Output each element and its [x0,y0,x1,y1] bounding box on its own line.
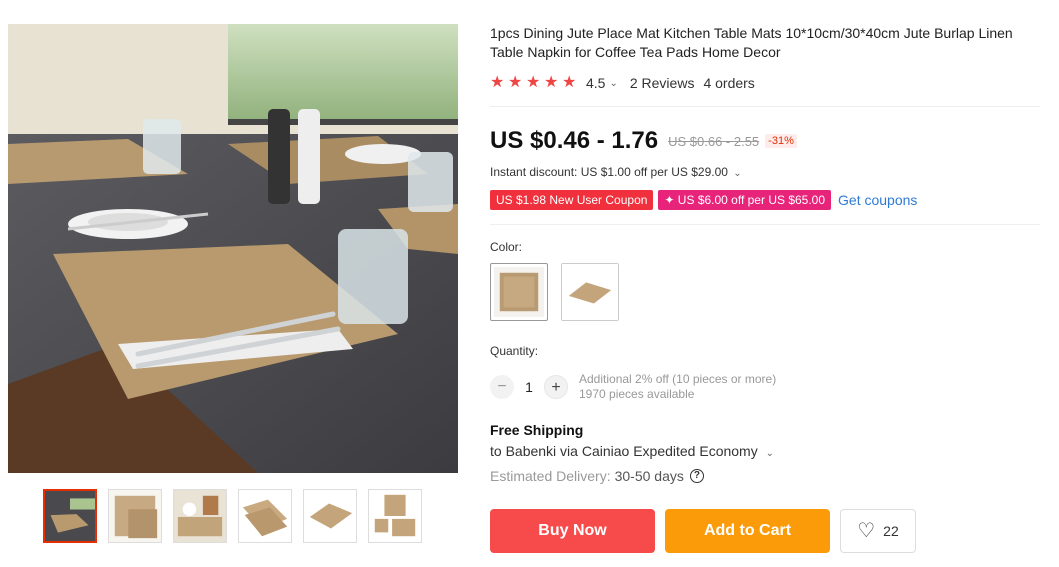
rating-value[interactable]: 4.5 [586,75,605,91]
color-swatches [490,263,1045,321]
delivery-days: 30-50 days [614,468,684,484]
shipping-title: Free Shipping [490,422,584,438]
main-product-image[interactable] [8,24,458,473]
chevron-down-icon[interactable]: ⌄ [609,78,617,89]
color-label: Color: [490,240,523,254]
chevron-down-icon: ⌄ [733,168,742,179]
shipping-destination[interactable]: to Babenki via Cainiao Expedited Economy… [490,443,1045,459]
quantity-input[interactable]: 1 [514,379,544,395]
orders-count: 4 orders [703,75,755,91]
quantity-label: Quantity: [490,344,539,358]
buy-now-button[interactable]: Buy Now [490,509,655,553]
estimated-delivery: Estimated Delivery: 30-50 days ? [490,468,1045,484]
instant-discount[interactable]: Instant discount: US $1.00 off per US $2… [490,165,1045,181]
rating-row: ★ ★ ★ ★ ★ 4.5 ⌄ 2 Reviews 4 orders [490,74,1045,92]
decrease-quantity-button[interactable]: − [490,375,514,399]
new-user-coupon[interactable]: US $1.98 New User Coupon [490,190,654,210]
quantity-row: − 1 + Additional 2% off (10 pieces or mo… [490,372,1045,402]
thumbnail-2[interactable] [108,489,162,543]
thumbnail-strip [43,489,422,543]
price-row: US $0.46 - 1.76 US $0.66 - 2.55 -31% [490,126,1045,156]
product-info-panel: 1pcs Dining Jute Place Mat Kitchen Table… [490,24,1045,484]
current-price: US $0.46 - 1.76 [490,127,659,154]
increase-quantity-button[interactable]: + [544,375,568,399]
thumbnail-1[interactable] [43,489,97,543]
stock-available: 1970 pieces available [579,387,695,401]
action-buttons: Buy Now Add to Cart ♡ 22 [490,509,916,553]
store-coupon[interactable]: ✦ US $6.00 off per US $65.00 [658,190,832,210]
thumbnail-4[interactable] [238,489,292,543]
get-coupons-link[interactable]: Get coupons [838,192,917,208]
color-swatch-square[interactable] [490,263,548,321]
color-swatch-rectangle[interactable] [561,263,619,321]
star-icon: ★ [562,74,577,91]
add-to-cart-button[interactable]: Add to Cart [665,509,830,553]
star-icon: ★ [544,74,559,91]
product-photo [8,24,458,473]
thumbnail-3[interactable] [173,489,227,543]
wishlist-button[interactable]: ♡ 22 [840,509,916,553]
discount-badge: -31% [765,134,797,148]
reviews-link[interactable]: 2 Reviews [630,75,695,91]
coupon-row: US $1.98 New User Coupon ✦ US $6.00 off … [490,189,1045,211]
bulk-discount-note: Additional 2% off (10 pieces or more) [579,372,777,386]
original-price: US $0.66 - 2.55 [668,133,760,149]
divider [490,224,1040,225]
divider [490,106,1040,107]
delivery-label: Estimated Delivery: [490,468,611,484]
chevron-down-icon: ⌄ [765,448,774,459]
instant-discount-text: Instant discount: US $1.00 off per US $2… [490,165,728,179]
shipping-destination-text: to Babenki via Cainiao Expedited Economy [490,443,758,459]
product-title: 1pcs Dining Jute Place Mat Kitchen Table… [490,25,1013,60]
star-icon: ★ [490,74,505,91]
quantity-info: Additional 2% off (10 pieces or more) 19… [579,372,776,402]
thumbnail-6[interactable] [368,489,422,543]
star-rating: ★ ★ ★ ★ ★ [490,75,578,91]
thumbnail-5[interactable] [303,489,357,543]
star-icon: ★ [526,74,541,91]
wishlist-count: 22 [883,523,899,539]
heart-icon: ♡ [857,520,876,542]
help-icon[interactable]: ? [689,469,704,483]
star-icon: ★ [508,74,523,91]
